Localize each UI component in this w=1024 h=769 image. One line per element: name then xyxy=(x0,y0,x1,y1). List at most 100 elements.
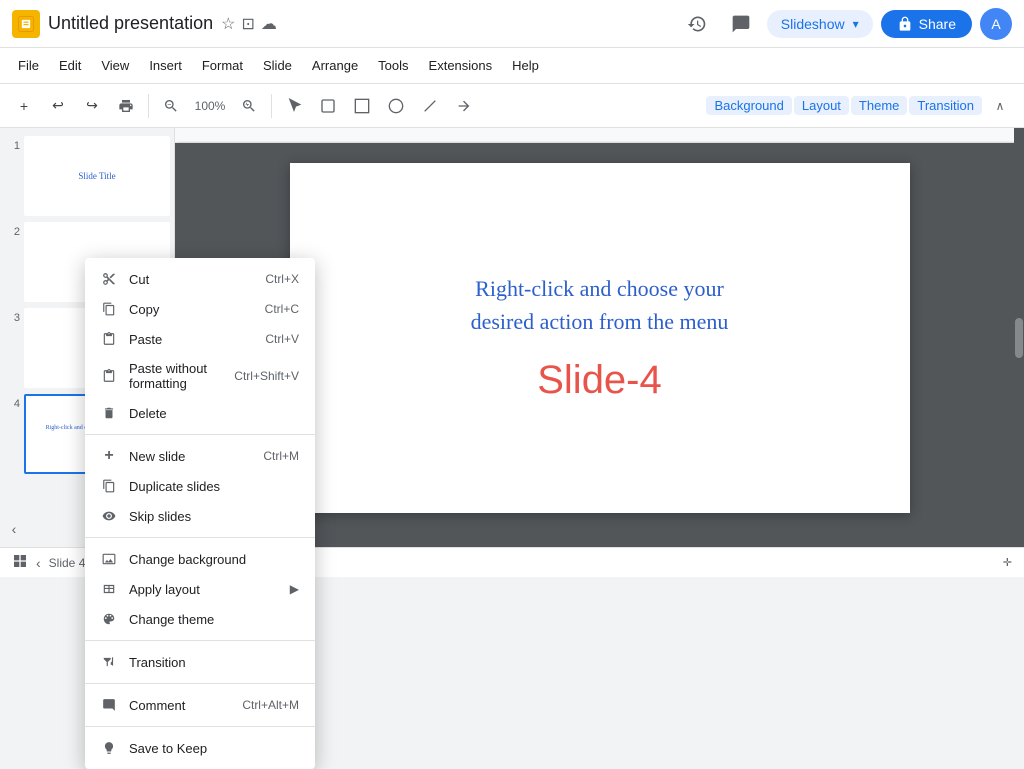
panel-nav-left-bottom[interactable]: ‹ xyxy=(36,555,41,571)
ctx-paste-label: Paste xyxy=(129,332,253,347)
menu-view[interactable]: View xyxy=(91,54,139,77)
layout-button[interactable]: Layout xyxy=(794,96,849,115)
ctx-change-theme-label: Change theme xyxy=(129,612,299,627)
slide-preview-inner-1: Slide Title xyxy=(26,138,168,214)
bottom-right: ✛ xyxy=(1003,556,1012,569)
ctx-divider-1 xyxy=(85,434,315,435)
add-slide-button[interactable]: + xyxy=(8,90,40,122)
chat-button[interactable] xyxy=(723,6,759,42)
ctx-delete-label: Delete xyxy=(129,406,287,421)
toolbar-collapse[interactable]: ∧ xyxy=(984,90,1016,122)
main-area: 1 Slide Title 2 3 xyxy=(0,128,1024,547)
share-label: Share xyxy=(919,16,956,32)
ctx-delete[interactable]: Delete xyxy=(85,398,315,428)
arrow-tool[interactable] xyxy=(448,90,480,122)
ctx-paste-no-format-label: Paste without formatting xyxy=(129,361,222,391)
slide-num-1: 1 xyxy=(4,140,20,152)
ctx-change-bg-label: Change background xyxy=(129,552,299,567)
star-icon[interactable]: ☆ xyxy=(221,14,235,34)
toolbar: + ↩ ↪ 100% Background Layout Theme Trans… xyxy=(0,84,1024,128)
ruler-top xyxy=(175,128,1014,143)
zoom-level[interactable]: 100% xyxy=(189,90,231,122)
slideshow-arrow: ▾ xyxy=(853,17,859,31)
ctx-transition[interactable]: Transition xyxy=(85,647,315,677)
ctx-comment-label: Comment xyxy=(129,698,230,713)
shape-rect-tool[interactable] xyxy=(346,90,378,122)
delete-icon xyxy=(101,405,117,421)
header-right: Slideshow ▾ Share A xyxy=(679,6,1012,42)
zoom-out-button[interactable] xyxy=(155,90,187,122)
layout-icon xyxy=(101,581,117,597)
ctx-change-background[interactable]: Change background xyxy=(85,544,315,574)
ctx-new-slide[interactable]: + New slide Ctrl+M xyxy=(85,441,315,471)
menu-format[interactable]: Format xyxy=(192,54,253,77)
new-slide-icon: + xyxy=(101,448,117,464)
ctx-skip-slides[interactable]: Skip slides xyxy=(85,501,315,531)
scrollbar-right[interactable] xyxy=(1014,128,1024,547)
menu-file[interactable]: File xyxy=(8,54,49,77)
undo-button[interactable]: ↩ xyxy=(42,90,74,122)
ctx-transition-label: Transition xyxy=(129,655,299,670)
ctx-paste[interactable]: Paste Ctrl+V xyxy=(85,324,315,354)
line-tool[interactable] xyxy=(414,90,446,122)
slideshow-button[interactable]: Slideshow ▾ xyxy=(767,10,873,38)
ctx-skip-label: Skip slides xyxy=(129,509,299,524)
background-icon xyxy=(101,551,117,567)
duplicate-icon xyxy=(101,478,117,494)
theme-button[interactable]: Theme xyxy=(851,96,907,115)
ctx-duplicate-label: Duplicate slides xyxy=(129,479,299,494)
ctx-divider-2 xyxy=(85,537,315,538)
menu-help[interactable]: Help xyxy=(502,54,549,77)
ctx-paste-shortcut: Ctrl+V xyxy=(265,332,299,346)
slide-preview-1[interactable]: Slide Title xyxy=(24,136,170,216)
menu-slide[interactable]: Slide xyxy=(253,54,302,77)
shape-circle-tool[interactable] xyxy=(380,90,412,122)
ctx-divider-4 xyxy=(85,683,315,684)
background-button[interactable]: Background xyxy=(706,96,791,115)
ctx-paste-no-format[interactable]: Paste without formatting Ctrl+Shift+V xyxy=(85,354,315,398)
ctx-apply-layout[interactable]: Apply layout ▶ xyxy=(85,574,315,604)
layout-arrow-icon: ▶ xyxy=(290,582,299,596)
print-button[interactable] xyxy=(110,90,142,122)
transition-icon xyxy=(101,654,117,670)
slide-num-2: 2 xyxy=(4,226,20,238)
ctx-copy[interactable]: Copy Ctrl+C xyxy=(85,294,315,324)
share-button[interactable]: Share xyxy=(881,10,972,38)
drive-icon[interactable]: ⊡ xyxy=(241,14,254,34)
toolbar-right: Background Layout Theme Transition xyxy=(706,96,982,115)
slide-title-text: Slide-4 xyxy=(537,358,662,403)
paste-icon xyxy=(101,331,117,347)
keep-icon xyxy=(101,740,117,756)
title-bar: Untitled presentation ☆ ⊡ ☁ Slideshow ▾ … xyxy=(0,0,1024,48)
zoom-in-button[interactable] xyxy=(233,90,265,122)
slide-canvas: Right-click and choose your desired acti… xyxy=(290,163,910,513)
scroll-thumb xyxy=(1015,318,1023,358)
ctx-apply-layout-label: Apply layout xyxy=(129,582,278,597)
cloud-icon[interactable]: ☁ xyxy=(261,14,277,34)
menu-arrange[interactable]: Arrange xyxy=(302,54,368,77)
slide-thumb-1: 1 Slide Title xyxy=(4,136,170,216)
transition-button[interactable]: Transition xyxy=(909,96,982,115)
ctx-save-to-keep[interactable]: Save to Keep xyxy=(85,733,315,763)
redo-button[interactable]: ↪ xyxy=(76,90,108,122)
menu-tools[interactable]: Tools xyxy=(368,54,418,77)
grid-view-button[interactable] xyxy=(12,553,28,572)
cursor-tool[interactable] xyxy=(278,90,310,122)
menu-extensions[interactable]: Extensions xyxy=(419,54,503,77)
ctx-duplicate-slides[interactable]: Duplicate slides xyxy=(85,471,315,501)
title-icons: ☆ ⊡ ☁ xyxy=(221,14,277,34)
ctx-comment[interactable]: Comment Ctrl+Alt+M xyxy=(85,690,315,720)
ctx-new-slide-shortcut: Ctrl+M xyxy=(263,449,299,463)
context-menu: Cut Ctrl+X Copy Ctrl+C Paste Ctrl+V Past… xyxy=(85,258,315,769)
toolbar-divider-2 xyxy=(271,94,272,118)
avatar[interactable]: A xyxy=(980,8,1012,40)
ctx-cut[interactable]: Cut Ctrl+X xyxy=(85,264,315,294)
select-tool[interactable] xyxy=(312,90,344,122)
menu-insert[interactable]: Insert xyxy=(139,54,192,77)
history-button[interactable] xyxy=(679,6,715,42)
menu-edit[interactable]: Edit xyxy=(49,54,91,77)
panel-nav-left[interactable]: ‹ xyxy=(4,519,24,539)
ctx-change-theme[interactable]: Change theme xyxy=(85,604,315,634)
ctx-comment-shortcut: Ctrl+Alt+M xyxy=(242,698,299,712)
menu-bar: File Edit View Insert Format Slide Arran… xyxy=(0,48,1024,84)
